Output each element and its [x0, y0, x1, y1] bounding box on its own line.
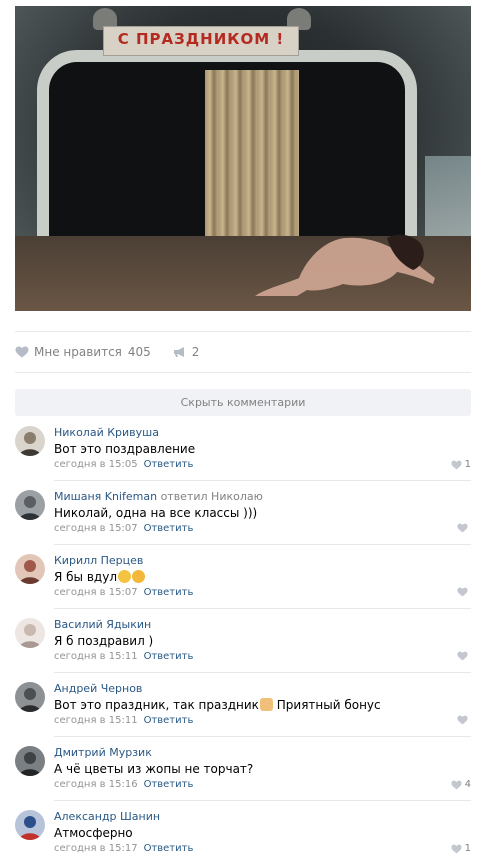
comment-item: Андрей Чернов Вот это праздник, так праз…	[15, 673, 471, 737]
comment-like-button[interactable]: 1	[451, 459, 471, 470]
avatar[interactable]	[15, 810, 45, 840]
comment-author[interactable]: Василий Ядыкин	[54, 618, 151, 631]
comment-author[interactable]: Николай Кривуша	[54, 426, 159, 439]
share-count: 2	[191, 345, 200, 359]
reply-link[interactable]: Ответить	[144, 843, 194, 854]
like-button[interactable]: Мне нравится 405	[15, 345, 151, 359]
avatar[interactable]	[15, 618, 45, 648]
heart-icon	[457, 651, 468, 661]
comment-text: Я б поздравил )	[54, 634, 154, 648]
comment-time[interactable]: сегодня в 15:07	[54, 587, 138, 598]
reply-link[interactable]: Ответить	[144, 523, 194, 534]
reply-link[interactable]: Ответить	[144, 651, 194, 662]
smile-emoji-icon	[117, 570, 131, 583]
divider	[15, 372, 471, 373]
share-button[interactable]: 2	[173, 345, 200, 359]
comment-text: Вот это праздник, так праздник Приятный …	[54, 698, 381, 712]
comment-meta: сегодня в 15:17 Ответить	[54, 843, 193, 854]
like-label: Мне нравится	[34, 345, 122, 359]
comment-like-button[interactable]: 4	[451, 779, 471, 790]
comment-like-button[interactable]	[457, 587, 471, 597]
comment-time[interactable]: сегодня в 15:07	[54, 523, 138, 534]
comment-like-button[interactable]	[457, 715, 471, 725]
comment-meta: сегодня в 15:11 Ответить	[54, 651, 193, 662]
comment-item: Александр Шанин Атмосферно сегодня в 15:…	[15, 801, 471, 865]
comment-author[interactable]: Андрей Чернов	[54, 682, 142, 695]
nerd-emoji-icon	[131, 570, 145, 583]
photo-banner-text: С ПРАЗДНИКОМ !	[117, 30, 285, 48]
heart-icon	[457, 523, 468, 533]
photo-figure	[255, 234, 435, 296]
comment-author[interactable]: Дмитрий Мурзик	[54, 746, 152, 759]
comment-item: Николай Кривуша Вот это поздравление сег…	[15, 417, 471, 481]
comment-meta: сегодня в 15:11 Ответить	[54, 715, 193, 726]
avatar[interactable]	[15, 490, 45, 520]
comment-like-count: 1	[464, 459, 471, 470]
heart-icon	[457, 715, 468, 725]
hide-comments-button[interactable]: Скрыть комментарии	[15, 389, 471, 416]
heart-icon	[451, 844, 462, 854]
heart-icon	[457, 587, 468, 597]
heart-icon	[451, 460, 462, 470]
divider	[15, 331, 471, 332]
comment-time[interactable]: сегодня в 15:05	[54, 459, 138, 470]
heart-icon	[15, 346, 29, 358]
comment-item: Василий Ядыкин Я б поздравил ) сегодня в…	[15, 609, 471, 673]
comment-text: Я бы вдул	[54, 570, 145, 584]
avatar[interactable]	[15, 746, 45, 776]
comment-like-button[interactable]: 1	[451, 843, 471, 854]
comment-item: Мишаня Knifeman ответил Николаю Николай,…	[15, 481, 471, 545]
comment-text: Атмосферно	[54, 826, 133, 840]
comment-meta: сегодня в 15:07 Ответить	[54, 587, 193, 598]
reply-link[interactable]: Ответить	[144, 587, 194, 598]
avatar[interactable]	[15, 554, 45, 584]
comment-time[interactable]: сегодня в 15:16	[54, 779, 138, 790]
avatar[interactable]	[15, 682, 45, 712]
avatar[interactable]	[15, 426, 45, 456]
comment-author[interactable]: Кирилл Перцев	[54, 554, 143, 567]
reply-link[interactable]: Ответить	[144, 779, 194, 790]
thumbs-up-emoji-icon	[259, 698, 273, 711]
comment-like-count: 4	[464, 779, 471, 790]
heart-icon	[451, 780, 462, 790]
comment-meta: сегодня в 15:07 Ответить	[54, 523, 193, 534]
comment-time[interactable]: сегодня в 15:11	[54, 715, 138, 726]
comment-like-count: 1	[464, 843, 471, 854]
comment-meta: сегодня в 15:16 Ответить	[54, 779, 193, 790]
comment-item: Дмитрий Мурзик А чё цветы из жопы не тор…	[15, 737, 471, 801]
comment-time[interactable]: сегодня в 15:17	[54, 843, 138, 854]
comment-time[interactable]: сегодня в 15:11	[54, 651, 138, 662]
reply-link[interactable]: Ответить	[144, 715, 194, 726]
comment-text: Николай, одна на все классы )))	[54, 506, 258, 520]
reply-to-name[interactable]: Николаю	[211, 490, 263, 503]
post-photo[interactable]: С ПРАЗДНИКОМ !	[15, 6, 471, 311]
reply-to-verb: ответил	[160, 490, 208, 503]
comment-meta: сегодня в 15:05 Ответить	[54, 459, 193, 470]
reply-link[interactable]: Ответить	[144, 459, 194, 470]
post-actions: Мне нравится 405 2	[15, 342, 199, 362]
comment-text: Вот это поздравление	[54, 442, 196, 456]
comment-item: Кирилл Перцев Я бы вдул сегодня в 15:07 О…	[15, 545, 471, 609]
comment-text: А чё цветы из жопы не торчат?	[54, 762, 254, 776]
megaphone-icon	[173, 346, 187, 358]
comment-author: Мишаня Knifeman ответил Николаю	[54, 490, 263, 503]
comment-author-name[interactable]: Мишаня Knifeman	[54, 490, 157, 503]
comment-like-button[interactable]	[457, 523, 471, 533]
comment-like-button[interactable]	[457, 651, 471, 661]
like-count: 405	[127, 345, 151, 359]
comment-author[interactable]: Александр Шанин	[54, 810, 160, 823]
